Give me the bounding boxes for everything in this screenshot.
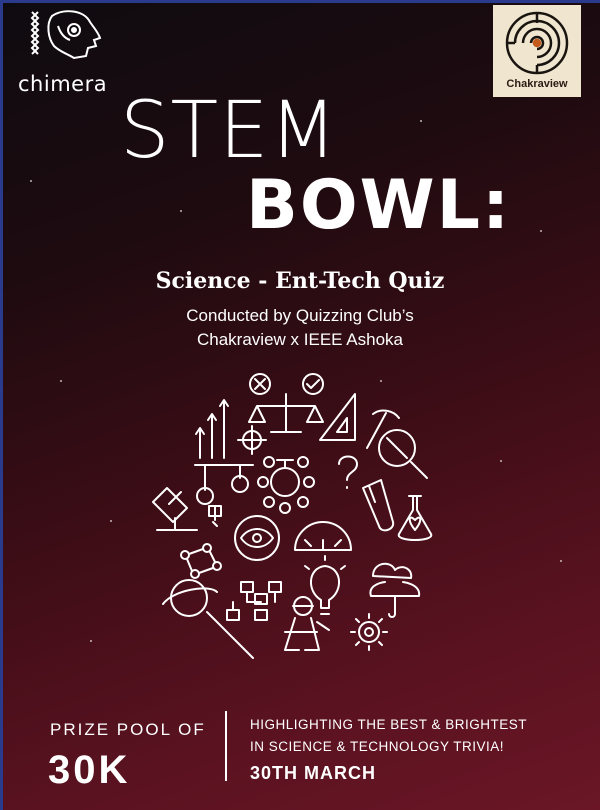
magnifier-icon — [378, 429, 428, 479]
title-bowl: BOWL: — [246, 166, 512, 245]
network-icon — [180, 543, 222, 579]
prize-pool-label: PRIZE POOL OF — [50, 720, 206, 739]
bar-chart-icon — [195, 399, 229, 459]
prize-pool-value: 30K — [48, 748, 131, 792]
set-square-icon — [319, 393, 356, 441]
pulley-icon — [194, 464, 254, 527]
question-icon — [338, 455, 358, 489]
vertical-divider — [225, 711, 227, 781]
frame-border-top — [0, 0, 600, 3]
organizers-line-2: Chakraview x IEEE Ashoka — [197, 330, 403, 349]
tagline-line-1: HIGHLIGHTING THE BEST & BRIGHTEST — [250, 717, 528, 732]
target-icon — [237, 425, 267, 455]
star — [90, 640, 92, 642]
tagline-line-2: IN SCIENCE & TECHNOLOGY TRIVIA! — [250, 739, 505, 754]
eye-icon — [234, 515, 280, 561]
star — [500, 460, 502, 462]
star — [60, 380, 62, 382]
event-date: 30TH MARCH — [250, 763, 377, 783]
tagline: HIGHLIGHTING THE BEST & BRIGHTEST IN SCI… — [250, 714, 527, 758]
protractor-icon — [294, 521, 352, 551]
chakraview-logo: Chakraview — [493, 5, 581, 97]
chimera-logo: chimera — [14, 6, 114, 96]
poster: chimera Chakraview STEM BOWL: Science - … — [0, 0, 600, 810]
star — [180, 210, 182, 212]
star — [540, 230, 542, 232]
gear-icon — [350, 613, 388, 651]
planet-icon — [162, 579, 218, 617]
flowchart-icon — [226, 581, 282, 621]
star — [30, 180, 32, 182]
quiz-subtitle: Science - Ent-Tech Quiz — [155, 268, 445, 294]
labyrinth-icon — [505, 11, 569, 75]
flask-plant-icon — [397, 495, 433, 541]
science-icons-cluster — [152, 373, 433, 659]
balance-scale-icon — [248, 373, 324, 433]
microscope-icon — [152, 487, 198, 531]
chimera-head-icon — [30, 10, 102, 60]
star — [560, 560, 562, 562]
engineer-icon — [284, 596, 330, 651]
test-tube-icon — [362, 479, 395, 532]
organizers: Conducted by Quizzing Club’s Chakraview … — [0, 304, 600, 352]
syringe-icon — [206, 611, 254, 659]
chakraview-logo-text: Chakraview — [506, 78, 568, 90]
weather-icon — [369, 562, 421, 618]
chimera-logo-text: chimera — [18, 72, 108, 96]
atom-checklist-icon — [257, 456, 315, 514]
star — [110, 520, 112, 522]
star — [420, 120, 422, 122]
title-stem: STEM — [120, 86, 338, 176]
organizers-line-1: Conducted by Quizzing Club’s — [186, 306, 414, 325]
frame-border-left — [0, 0, 3, 810]
